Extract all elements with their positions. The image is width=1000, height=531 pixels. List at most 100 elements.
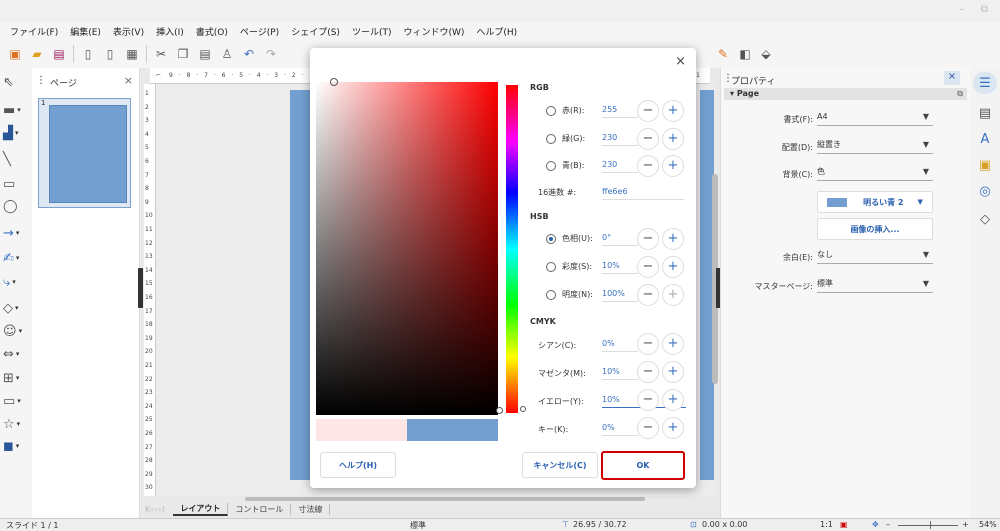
menu-help[interactable]: ヘルプ(H) (470, 25, 523, 38)
copy-icon[interactable]: ❐ (172, 43, 194, 65)
export-pdf-icon[interactable]: ▯ (99, 43, 121, 65)
cancel-button[interactable]: キャンセル(C) (522, 452, 598, 478)
menu-edit[interactable]: 編集(E) (64, 25, 107, 38)
hue-value-field[interactable]: 0° (602, 230, 638, 246)
hue-increment-button[interactable]: + (662, 228, 684, 250)
brightness-decrement-button[interactable]: − (637, 284, 659, 306)
fit-page-icon[interactable]: ✥ (872, 520, 879, 529)
curve-icon[interactable]: ✍ ▾ (3, 248, 29, 268)
menu-file[interactable]: ファイル(F) (4, 25, 64, 38)
orientation-dropdown[interactable]: 縦置き ▼ (817, 136, 933, 154)
saturation-radio[interactable] (546, 262, 556, 272)
tab-dimension-lines[interactable]: 寸法線 (291, 503, 331, 515)
hue-slider-marker[interactable] (520, 406, 526, 412)
close-button[interactable]: × (675, 54, 686, 69)
close-button[interactable]: × (944, 71, 960, 85)
pen-icon[interactable]: ✎ (712, 43, 734, 65)
menu-window[interactable]: ウィンドウ(W) (397, 25, 470, 38)
save-icon[interactable]: ▤ (48, 43, 70, 65)
hue-slider[interactable] (506, 85, 518, 413)
help-button[interactable]: ヘルプ(H) (320, 452, 396, 478)
saturation-increment-button[interactable]: + (662, 256, 684, 278)
blue-value-field[interactable]: 230 (602, 157, 638, 173)
key-value-field[interactable]: 0% (602, 420, 638, 436)
symbol-shapes-icon[interactable]: ☺ ▾ (3, 321, 29, 341)
ok-button[interactable]: OK (601, 451, 685, 480)
ellipse-icon[interactable]: ◯ (3, 196, 29, 216)
more-options-icon[interactable]: ⧉ (957, 88, 963, 100)
stars-icon[interactable]: ☆ ▾ (3, 414, 29, 434)
minimize-icon[interactable]: – (959, 4, 964, 15)
arrow-line-icon[interactable]: → ▾ (3, 223, 29, 243)
blue-increment-button[interactable]: + (662, 155, 684, 177)
navigator-icon[interactable]: ◎ (973, 180, 997, 202)
print-icon[interactable]: ▦ (121, 43, 143, 65)
tab-controls[interactable]: コントロール (228, 503, 292, 515)
green-decrement-button[interactable]: − (637, 128, 659, 150)
menu-tools[interactable]: ツール(T) (346, 25, 398, 38)
open-icon[interactable]: ▰ (26, 43, 48, 65)
hex-value-field[interactable]: ffe6e6 (602, 184, 684, 200)
menu-format[interactable]: 書式(O) (190, 25, 234, 38)
brightness-increment-button[interactable]: + (662, 284, 684, 306)
basic-shapes-icon[interactable]: ◇ ▾ (3, 298, 29, 318)
saturation-value-field[interactable]: 10% (602, 258, 638, 274)
transform-icon[interactable]: ◧ (734, 43, 756, 65)
magenta-value-field[interactable]: 10% (602, 364, 638, 380)
block-arrows-icon[interactable]: ⇔ ▾ (3, 344, 29, 364)
zoom-out-button[interactable]: – (886, 520, 890, 529)
shadow-icon[interactable]: ⬙ (755, 43, 777, 65)
color-field-marker[interactable] (330, 78, 338, 86)
cyan-value-field[interactable]: 0% (602, 336, 638, 352)
line-icon[interactable]: ╲ (3, 149, 29, 169)
styles-icon[interactable]: A (973, 128, 997, 150)
callouts-icon[interactable]: ▭ ▾ (3, 391, 29, 411)
export-icon[interactable]: ▯ (77, 43, 99, 65)
saturation-brightness-field[interactable] (316, 82, 498, 415)
menu-insert[interactable]: 挿入(I) (150, 25, 190, 38)
green-radio[interactable] (546, 134, 556, 144)
line-color-icon[interactable]: ▬ ▾ (3, 100, 29, 120)
hue-decrement-button[interactable]: − (637, 228, 659, 250)
red-decrement-button[interactable]: − (637, 100, 659, 122)
redo-icon[interactable]: ↷ (260, 43, 282, 65)
3d-objects-icon[interactable]: ◼ ▾ (3, 436, 29, 456)
zoom-slider-thumb[interactable]: | (929, 520, 932, 529)
zoom-slider[interactable] (898, 525, 958, 526)
format-dropdown[interactable]: A4 ▼ (817, 108, 933, 126)
red-increment-button[interactable]: + (662, 100, 684, 122)
horizontal-scrollbar[interactable] (245, 497, 645, 501)
slide-transition-icon[interactable]: ▤ (973, 102, 997, 124)
blue-radio[interactable] (546, 161, 556, 171)
background-dropdown[interactable]: 色 ▼ (817, 163, 933, 181)
tab-layout[interactable]: レイアウト (173, 502, 229, 516)
menu-shape[interactable]: シェイプ(S) (285, 25, 346, 38)
undo-icon[interactable]: ↶ (238, 43, 260, 65)
menu-view[interactable]: 表示(V) (107, 25, 150, 38)
fill-color-icon[interactable]: ▟ ▾ (3, 123, 29, 143)
cut-icon[interactable]: ✂ (150, 43, 172, 65)
red-radio[interactable] (546, 106, 556, 116)
select-icon[interactable]: ⇖ (3, 72, 29, 92)
key-decrement-button[interactable]: − (637, 417, 659, 439)
clone-icon[interactable]: ♙ (216, 43, 238, 65)
tab-stop-icon[interactable]: ⌐ (156, 72, 161, 79)
green-value-field[interactable]: 230 (602, 130, 638, 146)
margin-dropdown[interactable]: なし ▼ (817, 246, 933, 264)
scale-ratio[interactable]: 1:1 (820, 520, 833, 529)
properties-icon[interactable]: ☰ (973, 72, 997, 94)
zoom-level[interactable]: 54% (979, 520, 997, 529)
magenta-decrement-button[interactable]: − (637, 361, 659, 383)
blue-decrement-button[interactable]: − (637, 155, 659, 177)
flowchart-icon[interactable]: ⊞ ▾ (3, 368, 29, 388)
insert-image-button[interactable]: 画像の挿入... (817, 218, 933, 240)
paste-icon[interactable]: ▤ (194, 43, 216, 65)
cyan-increment-button[interactable]: + (662, 333, 684, 355)
zoom-in-button[interactable]: + (962, 520, 969, 529)
rectangle-icon[interactable]: ▭ (3, 174, 29, 194)
new-icon[interactable]: ▣ (4, 43, 26, 65)
background-color-button[interactable]: 明るい青 2 ▼ (817, 191, 933, 213)
menu-page[interactable]: ページ(P) (234, 25, 285, 38)
connector-icon[interactable]: ⤷ ▾ (3, 272, 29, 292)
brightness-radio[interactable] (546, 290, 556, 300)
